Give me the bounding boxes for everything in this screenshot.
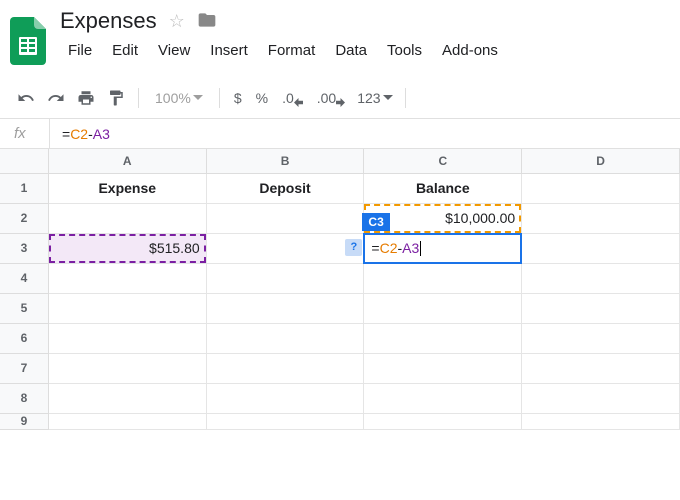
menu-insert[interactable]: Insert	[202, 38, 256, 63]
cell-c8[interactable]	[364, 383, 522, 413]
cell-c9[interactable]	[364, 413, 522, 429]
cell-d3[interactable]	[522, 233, 680, 263]
menu-view[interactable]: View	[150, 38, 198, 63]
document-title[interactable]: Expenses	[60, 8, 157, 34]
redo-button[interactable]	[42, 84, 70, 112]
cell-c7[interactable]	[364, 353, 522, 383]
cell-b3[interactable]	[206, 233, 364, 263]
cell-b1[interactable]: Deposit	[206, 173, 364, 203]
decrease-decimal-button[interactable]: .0	[276, 86, 309, 111]
fx-label: fx	[0, 119, 50, 148]
cell-b7[interactable]	[206, 353, 364, 383]
column-header-a[interactable]: A	[48, 149, 206, 173]
cell-d5[interactable]	[522, 293, 680, 323]
sheets-logo	[8, 14, 48, 68]
column-header-b[interactable]: B	[206, 149, 364, 173]
row-header-9[interactable]: 9	[0, 413, 48, 429]
print-button[interactable]	[72, 84, 100, 112]
row-header-7[interactable]: 7	[0, 353, 48, 383]
cell-d7[interactable]	[522, 353, 680, 383]
cell-b6[interactable]	[206, 323, 364, 353]
menu-edit[interactable]: Edit	[104, 38, 146, 63]
toolbar: 100% $ % .0 .00 123	[0, 78, 680, 119]
format-percent-button[interactable]: %	[250, 86, 274, 110]
cell-a5[interactable]	[48, 293, 206, 323]
cell-d1[interactable]	[522, 173, 680, 203]
spreadsheet-grid[interactable]: A B C D 1 Expense Deposit Balance 2 $10,…	[0, 149, 680, 430]
column-header-c[interactable]: C	[364, 149, 522, 173]
folder-icon[interactable]	[197, 10, 217, 33]
row-header-3[interactable]: 3	[0, 233, 48, 263]
cell-d9[interactable]	[522, 413, 680, 429]
cell-c1[interactable]: Balance	[364, 173, 522, 203]
cell-c5[interactable]	[364, 293, 522, 323]
cell-a6[interactable]	[48, 323, 206, 353]
format-currency-button[interactable]: $	[228, 86, 248, 110]
cell-a7[interactable]	[48, 353, 206, 383]
cell-d6[interactable]	[522, 323, 680, 353]
row-header-8[interactable]: 8	[0, 383, 48, 413]
cell-d8[interactable]	[522, 383, 680, 413]
cell-a1[interactable]: Expense	[48, 173, 206, 203]
zoom-dropdown[interactable]: 100%	[147, 90, 211, 106]
cell-a8[interactable]	[48, 383, 206, 413]
row-header-1[interactable]: 1	[0, 173, 48, 203]
star-icon[interactable]: ☆	[169, 11, 185, 32]
menubar: File Edit View Insert Format Data Tools …	[60, 38, 672, 63]
cell-c6[interactable]	[364, 323, 522, 353]
formula-help-icon[interactable]: ?	[345, 239, 362, 256]
increase-decimal-button[interactable]: .00	[311, 86, 351, 111]
paint-format-button[interactable]	[102, 84, 130, 112]
select-all-corner[interactable]	[0, 149, 48, 173]
column-header-d[interactable]: D	[522, 149, 680, 173]
cell-b2[interactable]	[206, 203, 364, 233]
cell-c3[interactable]: C3 ? =C2-A3	[364, 233, 522, 263]
cell-a2[interactable]	[48, 203, 206, 233]
active-cell-editor[interactable]: =C2-A3	[363, 233, 522, 264]
cell-b4[interactable]	[206, 263, 364, 293]
cell-name-tag: C3	[362, 213, 389, 231]
menu-addons[interactable]: Add-ons	[434, 38, 506, 63]
row-header-2[interactable]: 2	[0, 203, 48, 233]
menu-format[interactable]: Format	[260, 38, 324, 63]
cell-b9[interactable]	[206, 413, 364, 429]
formula-input[interactable]: =C2-A3	[50, 126, 110, 142]
cell-c4[interactable]	[364, 263, 522, 293]
cell-a9[interactable]	[48, 413, 206, 429]
row-header-5[interactable]: 5	[0, 293, 48, 323]
cell-a3[interactable]: $515.80	[48, 233, 206, 263]
row-header-6[interactable]: 6	[0, 323, 48, 353]
row-header-4[interactable]: 4	[0, 263, 48, 293]
formula-bar: fx =C2-A3	[0, 119, 680, 149]
cell-a4[interactable]	[48, 263, 206, 293]
cell-d2[interactable]	[522, 203, 680, 233]
undo-button[interactable]	[12, 84, 40, 112]
more-formats-dropdown[interactable]: 123	[353, 90, 396, 106]
menu-file[interactable]: File	[60, 38, 100, 63]
cell-b8[interactable]	[206, 383, 364, 413]
menu-data[interactable]: Data	[327, 38, 375, 63]
menu-tools[interactable]: Tools	[379, 38, 430, 63]
cell-b5[interactable]	[206, 293, 364, 323]
cell-d4[interactable]	[522, 263, 680, 293]
text-cursor	[420, 241, 421, 256]
